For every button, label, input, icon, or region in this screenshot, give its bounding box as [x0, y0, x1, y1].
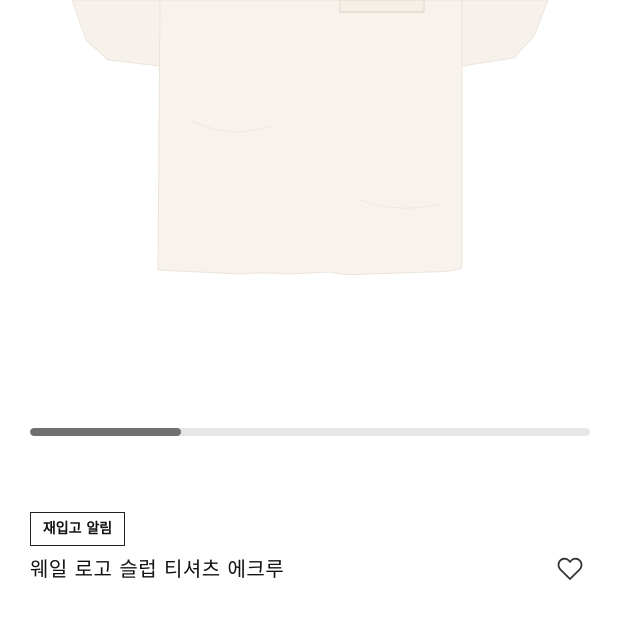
- tshirt-illustration: [71, 0, 549, 276]
- heart-outline-icon: [557, 557, 583, 580]
- product-title: 웨일 로고 슬럽 티셔츠 에크루: [30, 557, 285, 581]
- product-image[interactable]: [0, 0, 620, 400]
- restock-alert-button[interactable]: 재입고 알림: [30, 512, 126, 546]
- wishlist-button[interactable]: [554, 553, 586, 585]
- product-page: 재입고 알림 웨일 로고 슬럽 티셔츠 에크루: [0, 0, 620, 620]
- image-carousel-progress[interactable]: [30, 428, 590, 436]
- carousel-progress-fill: [30, 428, 182, 436]
